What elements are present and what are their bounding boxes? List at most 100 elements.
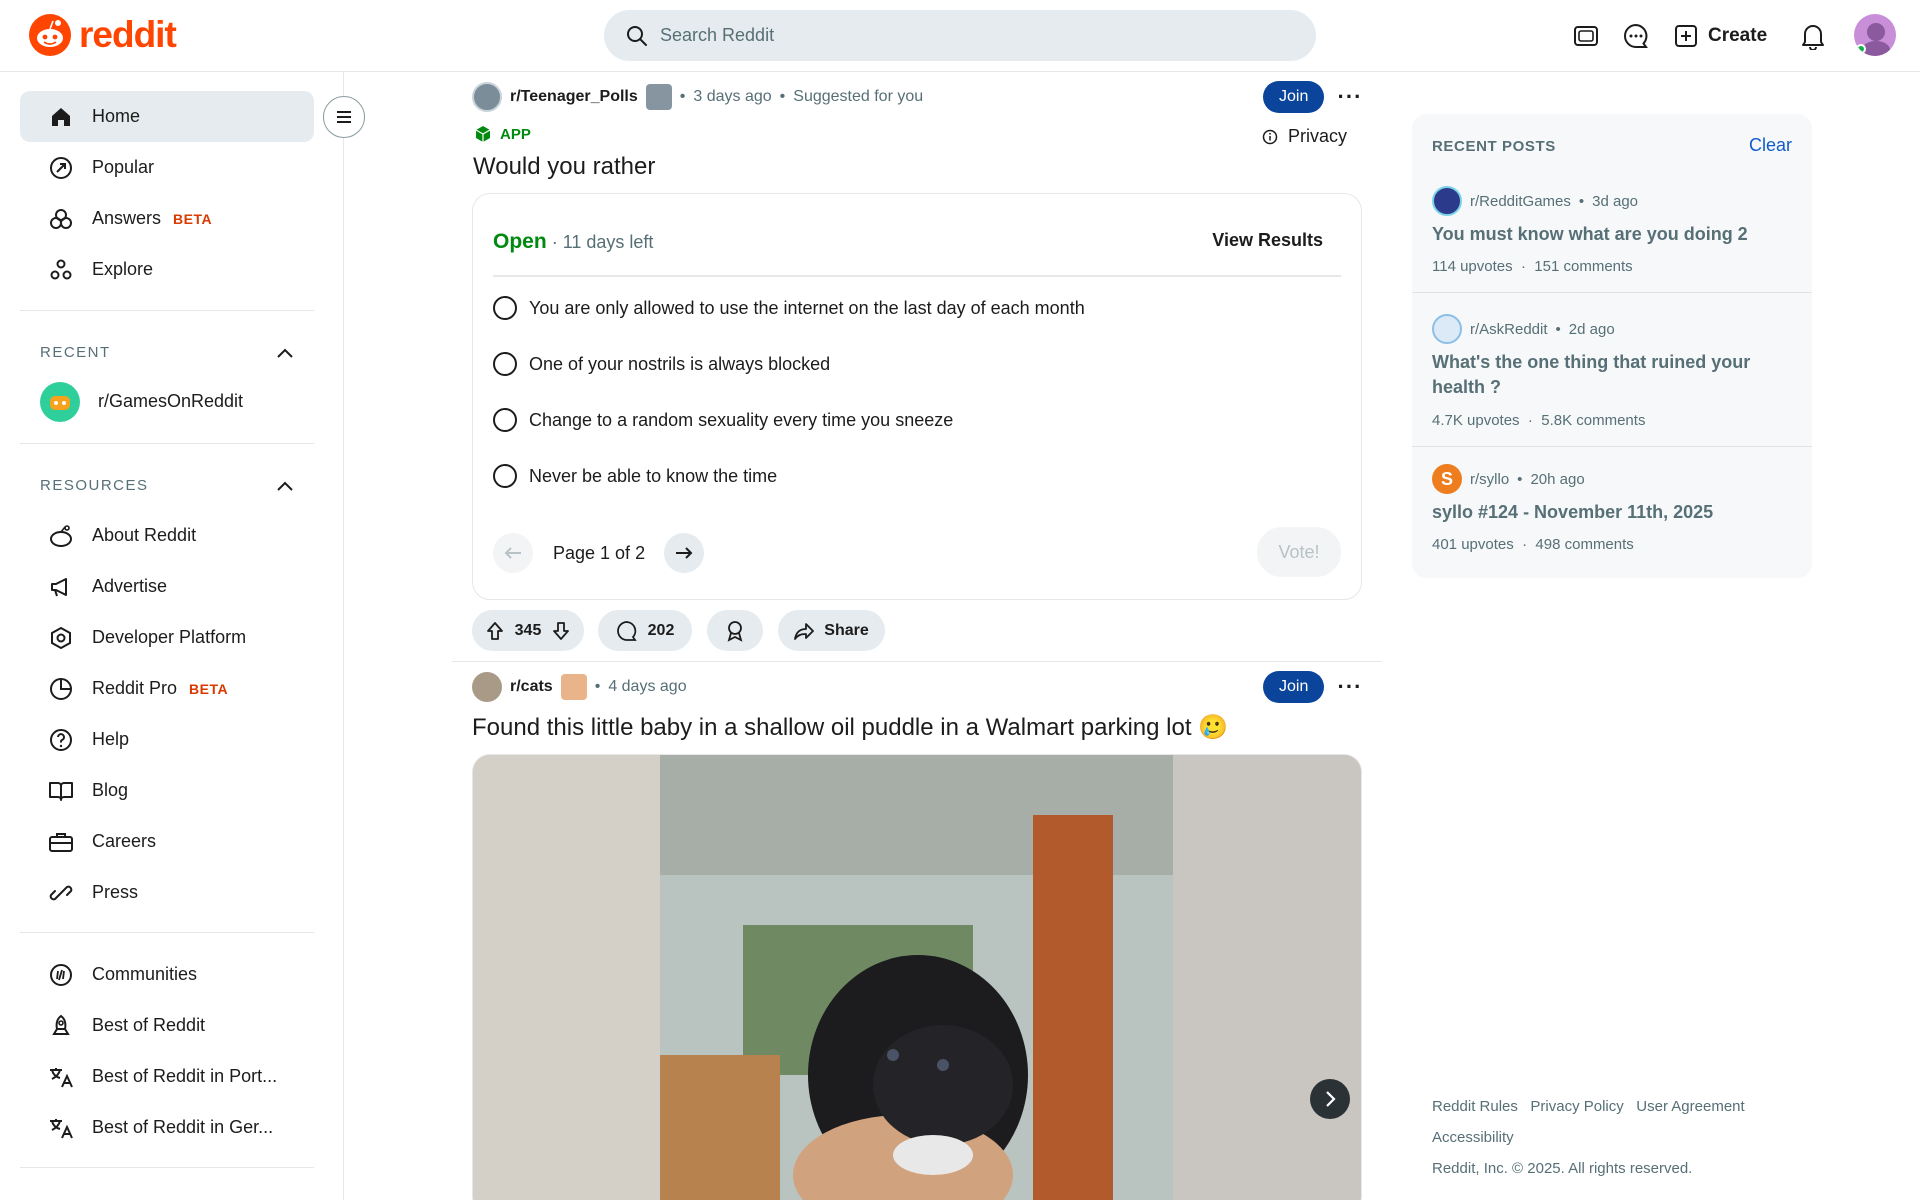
nav-home-label: Home <box>92 106 141 126</box>
vote-button[interactable]: Vote! <box>1257 527 1341 577</box>
upvote-icon[interactable] <box>485 621 505 641</box>
next-page-button[interactable] <box>664 533 704 573</box>
popular-icon <box>48 155 74 181</box>
post-meta: r/cats • 4 days ago <box>472 672 687 702</box>
post-title[interactable]: Would you rather <box>473 153 655 181</box>
radio-button[interactable] <box>493 408 517 432</box>
collapse-sidebar-button[interactable] <box>323 96 365 138</box>
poll-widget: Open · 11 days left View Results You are… <box>472 193 1362 600</box>
subreddit-avatar[interactable] <box>472 82 502 112</box>
beta-badge: BETA <box>189 680 229 697</box>
join-button[interactable]: Join <box>1263 671 1325 703</box>
subreddit-link[interactable]: r/cats <box>510 678 553 696</box>
reddit-logo[interactable]: reddit <box>29 14 177 56</box>
resource-label: Developer Platform <box>92 627 247 647</box>
nav-best-of-reddit-german[interactable]: Best of Reddit in Ger... <box>20 1102 314 1153</box>
poll-option[interactable]: One of your nostrils is always blocked <box>493 352 830 376</box>
radio-button[interactable] <box>493 352 517 376</box>
privacy-link[interactable]: Privacy <box>1262 126 1347 147</box>
search-input[interactable] <box>660 25 1260 46</box>
user-avatar-small[interactable] <box>560 674 587 700</box>
prev-page-button[interactable] <box>493 533 533 573</box>
award-button[interactable] <box>707 610 763 651</box>
resource-developer-platform[interactable]: Developer Platform <box>20 612 314 663</box>
recent-post-item[interactable]: r/AskReddit • 2d ago What's the one thin… <box>1412 302 1812 442</box>
footer-link-user-agreement[interactable]: User Agreement <box>1636 1098 1744 1115</box>
radio-button[interactable] <box>493 464 517 488</box>
join-button[interactable]: Join <box>1263 81 1325 113</box>
comments-button[interactable]: 202 <box>598 610 692 651</box>
footer-accessibility[interactable]: Accessibility <box>1432 1129 1514 1146</box>
nav-label: Best of Reddit <box>92 1015 206 1035</box>
nav-communities[interactable]: Communities <box>20 949 314 1000</box>
resource-blog[interactable]: Blog <box>20 765 314 816</box>
recent-post-title[interactable]: What's the one thing that ruined your he… <box>1432 350 1792 400</box>
post-time: 4 days ago <box>608 678 687 695</box>
notification-bell-icon[interactable] <box>1797 20 1829 52</box>
downvote-icon[interactable] <box>551 621 571 641</box>
radio-button[interactable] <box>493 296 517 320</box>
resource-help[interactable]: Help <box>20 714 314 765</box>
footer-link-reddit-rules[interactable]: Reddit Rules <box>1432 1098 1518 1115</box>
nav-best-of-reddit-portuguese[interactable]: Best of Reddit in Port... <box>20 1051 314 1102</box>
resource-label: Press <box>92 882 139 902</box>
view-results-button[interactable]: View Results <box>1212 230 1323 251</box>
subreddit-link[interactable]: r/Teenager_Polls <box>510 88 638 106</box>
megaphone-icon <box>48 574 74 600</box>
recent-post-subreddit[interactable]: r/syllo <box>1470 471 1509 488</box>
kitten-photo <box>473 755 1361 1200</box>
user-avatar-small[interactable] <box>645 84 672 110</box>
nav-best-of-reddit[interactable]: Best of Reddit <box>20 1000 314 1051</box>
resource-reddit-pro[interactable]: Reddit Pro BETA <box>20 663 314 714</box>
chat-icon[interactable] <box>1620 20 1652 52</box>
nav-popular[interactable]: Popular <box>20 142 314 193</box>
next-image-button[interactable] <box>1310 1079 1350 1119</box>
nav-explore-label: Explore <box>92 259 154 279</box>
user-avatar[interactable] <box>1854 14 1896 56</box>
poll-option[interactable]: Change to a random sexuality every time … <box>493 408 953 432</box>
post-title[interactable]: Found this little baby in a shallow oil … <box>472 713 1228 742</box>
post-media-gallery[interactable] <box>472 754 1362 1200</box>
resource-advertise[interactable]: Advertise <box>20 561 314 612</box>
recent-post-comments: 5.8K comments <box>1541 412 1646 429</box>
subreddit-avatar[interactable] <box>472 672 502 702</box>
nav-home[interactable]: Home <box>20 91 314 142</box>
search-bar[interactable] <box>604 10 1316 61</box>
clear-button[interactable]: Clear <box>1749 135 1792 156</box>
resources-section-header[interactable]: RESOURCES <box>40 477 294 494</box>
recent-post-subreddit[interactable]: r/AskReddit <box>1470 321 1548 338</box>
footer-links: Reddit Rules Privacy Policy User Agreeme… <box>1432 1098 1745 1115</box>
more-options-icon[interactable]: ··· <box>1334 671 1366 703</box>
poll-option[interactable]: Never be able to know the time <box>493 464 777 488</box>
recent-section-header[interactable]: RECENT <box>40 344 294 361</box>
recent-post-title[interactable]: You must know what are you doing 2 <box>1432 222 1792 247</box>
answers-icon <box>48 206 74 232</box>
rocket-icon <box>48 1013 74 1039</box>
nav-answers[interactable]: Answers BETA <box>20 193 314 244</box>
explore-icon <box>48 257 74 283</box>
beta-badge: BETA <box>173 210 213 227</box>
post-divider <box>452 661 1382 662</box>
create-button[interactable]: Create <box>1674 18 1767 54</box>
resource-label: Careers <box>92 831 157 851</box>
poll-divider <box>493 275 1341 277</box>
share-button[interactable]: Share <box>778 610 885 651</box>
poll-option[interactable]: You are only allowed to use the internet… <box>493 296 1085 320</box>
resource-about-reddit[interactable]: About Reddit <box>20 510 314 561</box>
nav-explore[interactable]: Explore <box>20 244 314 295</box>
advertise-icon[interactable] <box>1570 20 1602 52</box>
nav-answers-label: Answers <box>92 208 162 228</box>
recent-post-item[interactable]: r/RedditGames • 3d ago You must know wha… <box>1412 174 1812 292</box>
recent-item-gamesonreddit[interactable]: r/GamesOnReddit <box>20 376 314 427</box>
footer-copyright: Reddit, Inc. © 2025. All rights reserved… <box>1432 1160 1693 1177</box>
translate-icon <box>48 1115 74 1141</box>
resource-press[interactable]: Press <box>20 867 314 918</box>
more-options-icon[interactable]: ··· <box>1334 81 1366 113</box>
recent-post-item[interactable]: S r/syllo • 20h ago syllo #124 - Novembe… <box>1412 454 1812 572</box>
recent-post-title[interactable]: syllo #124 - November 11th, 2025 <box>1432 500 1792 525</box>
resource-careers[interactable]: Careers <box>20 816 314 867</box>
footer-link-privacy-policy[interactable]: Privacy Policy <box>1530 1098 1623 1115</box>
app-label: APP <box>500 125 531 143</box>
recent-post-subreddit[interactable]: r/RedditGames <box>1470 193 1571 210</box>
recent-post-stats: 401 upvotes · 498 comments <box>1432 536 1634 553</box>
